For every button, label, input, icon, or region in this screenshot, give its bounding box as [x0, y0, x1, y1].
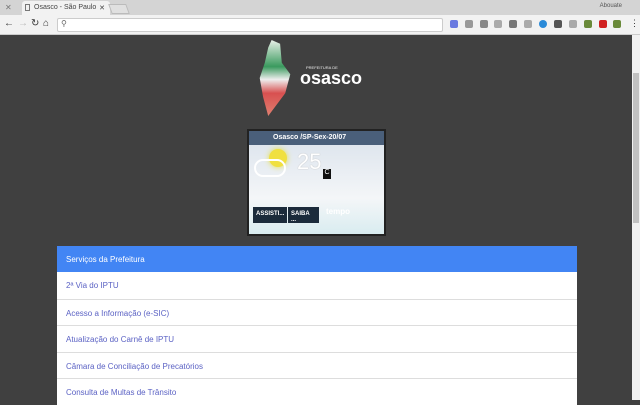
list-item[interactable]: Atualização do Carnê de IPTU — [57, 325, 577, 352]
list-item[interactable]: Consulta de Multas de Trânsito — [57, 378, 577, 405]
tab-bar: ✕ Osasco - São Paulo ✕ Abouate — [0, 0, 640, 15]
camera-icon[interactable] — [465, 20, 473, 28]
services-list: Serviços da Prefeitura 2ª Via do IPTU Ac… — [57, 246, 577, 405]
close-tab-icon[interactable]: ✕ — [99, 4, 105, 12]
tempo-logo[interactable]: tempo — [326, 207, 350, 216]
home-icon[interactable]: ⌂ — [43, 18, 49, 29]
close-window-icon[interactable]: ✕ — [5, 3, 12, 12]
profile-name[interactable]: Abouate — [600, 3, 622, 9]
extension-icon[interactable] — [539, 20, 547, 28]
extension-icon[interactable] — [450, 20, 458, 28]
opera-icon[interactable] — [599, 20, 607, 28]
search-icon: ⚲ — [61, 19, 67, 28]
scrollbar-thumb[interactable] — [633, 73, 639, 223]
extension-icon[interactable] — [480, 20, 488, 28]
back-icon[interactable]: ← — [4, 18, 14, 29]
weather-title: Osasco /SP-Sex-20/07 — [249, 131, 384, 145]
assistir-button[interactable]: ASSISTI... — [253, 207, 287, 223]
extension-icon[interactable] — [613, 20, 621, 28]
logo-name: osasco — [300, 68, 363, 88]
extension-icon[interactable] — [569, 20, 577, 28]
address-bar[interactable]: ⚲ — [57, 18, 443, 32]
reload-icon[interactable]: ↻ — [31, 18, 39, 29]
scrollbar[interactable] — [632, 35, 640, 400]
list-item[interactable]: Câmara de Conciliação de Precatórios — [57, 351, 577, 379]
map-emblem — [259, 40, 291, 116]
services-header: Serviços da Prefeitura — [57, 246, 577, 272]
saiba-button[interactable]: SAIBA ... — [288, 207, 319, 223]
browser-tab[interactable]: Osasco - São Paulo ✕ — [22, 1, 110, 15]
new-tab-button[interactable] — [108, 4, 130, 14]
forward-icon[interactable]: → — [18, 18, 28, 29]
toolbar: ← → ↻ ⌂ ⚲ ⋮ — [0, 15, 640, 35]
menu-icon[interactable]: ⋮ — [630, 18, 639, 29]
cloud-icon — [254, 159, 286, 177]
weather-widget: Osasco /SP-Sex-20/07 25 C ASSISTI... SAI… — [247, 129, 386, 236]
extension-icon[interactable] — [554, 20, 562, 28]
tab-title: Osasco - São Paulo — [34, 4, 97, 11]
page-icon — [25, 4, 30, 11]
temperature: 25 — [297, 149, 322, 174]
extension-icon[interactable] — [509, 20, 517, 28]
extension-icon[interactable] — [524, 20, 532, 28]
recycle-icon[interactable] — [494, 20, 502, 28]
unit-toggle[interactable]: C — [323, 169, 331, 179]
extension-icon[interactable] — [584, 20, 592, 28]
list-item[interactable]: 2ª Via do IPTU — [57, 272, 577, 299]
list-item[interactable]: Acesso a Informação (e-SIC) — [57, 298, 577, 326]
